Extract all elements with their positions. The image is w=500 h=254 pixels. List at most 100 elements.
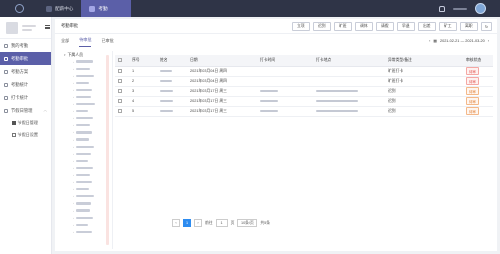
top-tab-label: 配薪中心 xyxy=(55,5,74,11)
row-date: 2021年03月17日 周三 xyxy=(187,86,257,97)
tab-pending[interactable]: 待审批 xyxy=(79,34,92,47)
select-all-checkbox[interactable] xyxy=(118,57,122,62)
chevron-right-icon[interactable]: › xyxy=(488,39,489,43)
sidebar-item-label: 打卡统计 xyxy=(11,94,29,100)
tab-approved[interactable]: 已审批 xyxy=(101,34,113,47)
top-tab-attendance[interactable]: 考勤 xyxy=(81,0,132,17)
tree-node[interactable]: › xyxy=(61,214,112,221)
avatar[interactable] xyxy=(475,3,486,14)
select-all-cell[interactable] xyxy=(115,55,129,67)
row-index: 4 xyxy=(129,96,157,107)
toolbar-button[interactable]: 立项 xyxy=(291,22,310,31)
tree-node[interactable]: › xyxy=(61,101,112,108)
tree-node[interactable]: › xyxy=(61,193,112,200)
toolbar-button[interactable]: 请假 xyxy=(375,22,394,31)
table-row[interactable]: 2 2021年03月04日 周四 旷班打卡 待审 xyxy=(115,76,493,87)
tree-node[interactable]: › xyxy=(61,143,112,150)
toolbar-button[interactable]: 离职 xyxy=(459,22,478,31)
row-location xyxy=(313,96,385,107)
tree-node[interactable]: › xyxy=(61,207,112,214)
company-header xyxy=(0,17,51,39)
row-name xyxy=(157,76,187,87)
sidebar-item-statistics[interactable]: 考勤统计 xyxy=(0,78,51,91)
sidebar-item-scheme[interactable]: 考勤方案 xyxy=(0,65,51,78)
refresh-button[interactable]: ↻ xyxy=(480,22,492,31)
tree-node[interactable]: › xyxy=(61,115,112,122)
page-unit-label: 页 xyxy=(230,220,235,225)
row-index: 2 xyxy=(129,76,157,87)
row-type: 旷班打卡 xyxy=(385,76,463,87)
tree-node[interactable]: › xyxy=(61,186,112,193)
top-tab-salary[interactable]: 配薪中心 xyxy=(38,0,81,17)
chevron-left-icon[interactable]: ‹ xyxy=(429,39,430,43)
tree-node[interactable]: › xyxy=(61,179,112,186)
menu-toggle-icon[interactable] xyxy=(45,25,50,29)
user-name[interactable] xyxy=(453,7,467,10)
sidebar-item-label: 考勤审批 xyxy=(11,55,29,61)
toolbar-button[interactable]: 旷班 xyxy=(333,22,352,31)
sidebar: 我的考勤 考勤审批 考勤方案 考勤统计 打卡统计 节假日管理 ︿ 节假日管理 节… xyxy=(0,17,52,254)
tree-node[interactable]: › xyxy=(61,122,112,129)
app-logo[interactable] xyxy=(0,0,38,17)
goto-page-input[interactable]: 1 xyxy=(215,219,228,227)
sidebar-subitem-holiday-settings[interactable]: 节假日设置 xyxy=(0,129,51,141)
tree-root[interactable]: ▾ 下属人员 xyxy=(61,51,112,58)
toolbar-button[interactable]: 迟到 xyxy=(312,22,331,31)
tree-node[interactable]: › xyxy=(61,172,112,179)
tree-node[interactable]: › xyxy=(61,58,112,65)
column-header: 打卡时间 xyxy=(257,55,313,67)
tree-node[interactable]: › xyxy=(61,108,112,115)
row-checkbox[interactable] xyxy=(118,88,122,93)
square-icon xyxy=(12,121,16,125)
sidebar-item-my-attendance[interactable]: 我的考勤 xyxy=(0,39,51,52)
table-row[interactable]: 5 2021年03月17日 周三 迟到 待审 xyxy=(115,106,493,117)
table-row[interactable]: 3 2021年03月17日 周三 迟到 待审 xyxy=(115,86,493,97)
tree-node[interactable]: › xyxy=(61,228,112,235)
table-row[interactable]: 1 2021年03月04日 周四 旷班打卡 待审 xyxy=(115,66,493,77)
sidebar-subitem-holiday-manage[interactable]: 节假日管理 xyxy=(0,117,51,129)
top-right-area xyxy=(439,3,500,14)
table-row[interactable]: 4 2021年03月17日 周三 迟到 待审 xyxy=(115,96,493,107)
date-range-picker[interactable]: ‹ ▦ 2021-02-21 — 2021-03-20 › xyxy=(426,37,492,45)
tree-root-label: 下属人员 xyxy=(67,51,84,57)
row-checkbox[interactable] xyxy=(118,108,122,113)
tree-node[interactable]: › xyxy=(61,221,112,228)
sidebar-item-holiday[interactable]: 节假日管理 ︿ xyxy=(0,104,51,117)
row-checkbox[interactable] xyxy=(118,78,122,83)
square-outline-icon xyxy=(12,133,16,137)
toolbar-button[interactable]: 调休 xyxy=(354,22,373,31)
tree-node[interactable]: › xyxy=(61,79,112,86)
approval-table: 序号 姓名 日期 打卡时间 打卡地点 异常类型/备注 审核状态 1 2021年0… xyxy=(115,55,493,117)
toolbar-button[interactable]: 早退 xyxy=(396,22,415,31)
tree-node[interactable]: › xyxy=(61,65,112,72)
tab-all[interactable]: 全部 xyxy=(61,34,69,47)
tree-node[interactable]: › xyxy=(61,200,112,207)
row-location xyxy=(313,86,385,97)
prev-page-button[interactable]: ‹ xyxy=(172,219,180,227)
tree-node[interactable]: › xyxy=(61,129,112,136)
tree-node[interactable]: › xyxy=(61,72,112,79)
tree-node[interactable]: › xyxy=(61,86,112,93)
next-page-button[interactable]: › xyxy=(194,219,202,227)
row-checkbox[interactable] xyxy=(118,68,122,73)
tree-node[interactable]: › xyxy=(61,150,112,157)
bell-icon[interactable] xyxy=(439,5,445,12)
tree-node[interactable]: › xyxy=(61,164,112,171)
toolbar-button[interactable]: 矿工 xyxy=(438,22,457,31)
company-name xyxy=(22,24,36,31)
tree-node[interactable]: › xyxy=(61,157,112,164)
scheme-icon xyxy=(4,69,8,74)
tree-scrollbar[interactable] xyxy=(106,55,109,245)
tree-node[interactable]: › xyxy=(61,136,112,143)
main-panel: 考勤审批 立项 迟到 旷班 调休 请假 早退 出差 矿工 离职 ↻ 全部 待审批… xyxy=(55,19,497,251)
row-checkbox[interactable] xyxy=(118,98,122,103)
sidebar-item-approval[interactable]: 考勤审批 xyxy=(0,52,51,65)
page-size-value: 10条/页 xyxy=(240,220,254,225)
sidebar-item-punch-stats[interactable]: 打卡统计 xyxy=(0,91,51,104)
tree-node[interactable]: › xyxy=(61,93,112,100)
sidebar-item-label: 考勤统计 xyxy=(11,81,29,87)
page-button[interactable]: 1 xyxy=(183,219,191,227)
page-size-select[interactable]: 10条/页 xyxy=(237,219,258,227)
toolbar-button[interactable]: 出差 xyxy=(417,22,436,31)
column-header: 异常类型/备注 xyxy=(385,55,463,67)
